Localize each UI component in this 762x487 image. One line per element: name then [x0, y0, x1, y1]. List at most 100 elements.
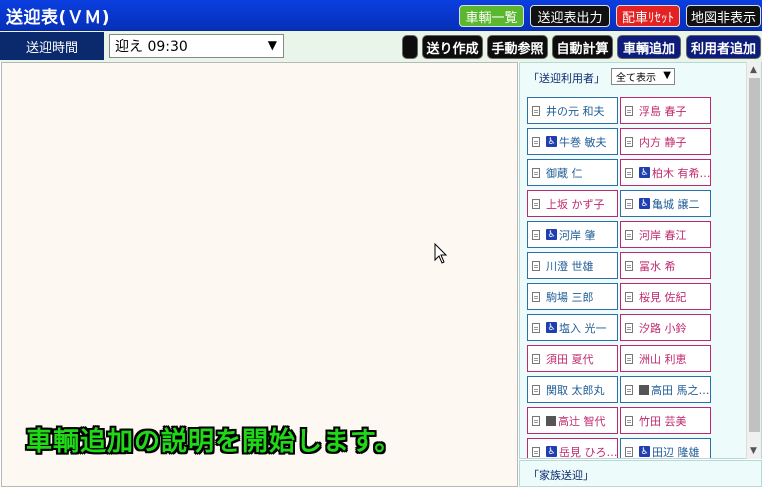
document-icon	[625, 384, 633, 395]
photo-icon	[639, 384, 649, 395]
document-icon	[532, 446, 540, 457]
filter-select-value: 全て表示	[616, 73, 656, 84]
user-card[interactable]: 上坂 かず子	[527, 190, 618, 217]
user-name: 汐路 小鈴	[639, 321, 687, 335]
user-name: 河岸 肇	[559, 228, 596, 242]
user-card[interactable]: 関取 太郎丸	[527, 376, 618, 403]
user-card[interactable]: ♿ 岳見 ひろ…	[527, 438, 618, 459]
user-name: 関取 太郎丸	[546, 383, 605, 397]
time-select-value: 迎え 09:30	[115, 39, 188, 55]
user-name: 竹田 芸美	[639, 414, 687, 428]
document-icon	[625, 198, 633, 209]
scrollbar-thumb[interactable]	[749, 78, 760, 432]
chevron-down-icon: ▼	[663, 70, 671, 81]
user-name: 洲山 利恵	[639, 352, 687, 366]
add-vehicle-button[interactable]: 車輌追加	[617, 35, 681, 59]
user-card[interactable]: 竹田 芸美	[620, 407, 711, 434]
document-icon	[625, 260, 633, 271]
document-icon	[625, 291, 633, 302]
add-user-button[interactable]: 利用者追加	[686, 35, 761, 59]
print-schedule-button[interactable]: 送迎表出力	[530, 5, 610, 27]
wheelchair-icon: ♿	[546, 322, 557, 333]
user-name: 塩入 光一	[559, 321, 607, 335]
manual-ref-button[interactable]: 手動参照	[487, 35, 548, 59]
wheelchair-icon: ♿	[546, 136, 557, 147]
document-icon	[532, 167, 540, 178]
user-name: 田辺 隆雄	[652, 445, 700, 459]
filter-select[interactable]: 全て表示 ▼	[611, 68, 675, 85]
user-name: 高田 馬之…	[651, 383, 710, 397]
document-icon	[625, 446, 633, 457]
user-card[interactable]: ♿ 田辺 隆雄	[620, 438, 711, 459]
document-icon	[532, 291, 540, 302]
user-card[interactable]: ♿ 河岸 肇	[527, 221, 618, 248]
scrollbar[interactable]: ▲ ▼	[746, 62, 761, 459]
document-icon	[625, 229, 633, 240]
document-icon	[532, 229, 540, 240]
user-card[interactable]: 浮島 春子	[620, 97, 711, 124]
scroll-up-icon[interactable]: ▲	[750, 65, 757, 75]
user-name: 岳見 ひろ…	[559, 445, 618, 459]
user-name: 川澄 世雄	[546, 259, 594, 273]
user-card[interactable]: 井の元 和夫	[527, 97, 618, 124]
document-icon	[532, 105, 540, 116]
document-icon	[625, 105, 633, 116]
document-icon	[625, 167, 633, 178]
time-select[interactable]: 迎え 09:30 ▼	[109, 34, 284, 58]
user-name: 井の元 和夫	[546, 104, 605, 118]
user-name: 柏木 有希…	[652, 166, 711, 180]
hide-map-button[interactable]: 地図非表示	[686, 5, 761, 27]
user-card[interactable]: 内方 静子	[620, 128, 711, 155]
user-card[interactable]: ♿ 亀城 譲二	[620, 190, 711, 217]
photo-icon	[546, 415, 556, 426]
wheelchair-icon: ♿	[639, 446, 650, 457]
blank-button[interactable]	[402, 35, 418, 59]
auto-calc-button[interactable]: 自動計算	[552, 35, 613, 59]
user-card[interactable]: 駒場 三郎	[527, 283, 618, 310]
wheelchair-icon: ♿	[546, 446, 557, 457]
tutorial-caption: 車輌追加の説明を開始します。	[26, 427, 402, 457]
reset-dispatch-button[interactable]: 配車ﾘｾｯﾄ	[616, 5, 680, 27]
document-icon	[532, 384, 540, 395]
document-icon	[625, 415, 633, 426]
toolbar: 送迎時間 迎え 09:30 ▼ 送り作成 手動参照 自動計算 車輌追加 利用者追…	[0, 31, 762, 62]
user-card[interactable]: 洲山 利恵	[620, 345, 711, 372]
wheelchair-icon: ♿	[639, 198, 650, 209]
user-name: 桜見 佐紀	[639, 290, 687, 304]
user-card[interactable]: 桜見 佐紀	[620, 283, 711, 310]
app-title: 送迎表(ＶＭ)	[6, 8, 111, 28]
panel-title: 「送迎利用者」	[528, 72, 605, 85]
send-create-button[interactable]: 送り作成	[422, 35, 483, 59]
user-card[interactable]: 汐路 小鈴	[620, 314, 711, 341]
document-icon	[625, 136, 633, 147]
user-card[interactable]: 河岸 春江	[620, 221, 711, 248]
user-card[interactable]: 御蔵 仁	[527, 159, 618, 186]
user-name: 河岸 春江	[639, 228, 687, 242]
vehicle-list-button[interactable]: 車輌一覧	[459, 5, 524, 27]
user-card[interactable]: 須田 夏代	[527, 345, 618, 372]
user-name: 冨水 希	[639, 259, 676, 273]
user-name: 高辻 智代	[558, 414, 606, 428]
time-label: 送迎時間	[0, 32, 104, 60]
document-icon	[532, 322, 540, 333]
user-name: 浮島 春子	[639, 104, 687, 118]
user-name: 須田 夏代	[546, 352, 594, 366]
user-card[interactable]: ♿ 牛巻 敏夫	[527, 128, 618, 155]
wheelchair-icon: ♿	[546, 229, 557, 240]
document-icon	[532, 260, 540, 271]
user-card[interactable]: 冨水 希	[620, 252, 711, 279]
user-card[interactable]: 川澄 世雄	[527, 252, 618, 279]
user-name: 駒場 三郎	[546, 290, 594, 304]
user-card[interactable]: 高辻 智代	[527, 407, 618, 434]
user-card[interactable]: ♿ 柏木 有希…	[620, 159, 711, 186]
document-icon	[625, 322, 633, 333]
wheelchair-icon: ♿	[639, 167, 650, 178]
user-name: 上坂 かず子	[546, 197, 605, 211]
document-icon	[532, 353, 540, 364]
family-section: 「家族送迎」	[519, 460, 762, 487]
user-name: 内方 静子	[639, 135, 687, 149]
user-panel: 「送迎利用者」 全て表示 ▼ 井の元 和夫 浮島 春子 ♿ 牛巻 敏夫 内方 静子御蔵 …	[519, 62, 762, 459]
scroll-down-icon[interactable]: ▼	[750, 446, 757, 456]
user-card[interactable]: ♿ 塩入 光一	[527, 314, 618, 341]
user-card[interactable]: 高田 馬之…	[620, 376, 711, 403]
